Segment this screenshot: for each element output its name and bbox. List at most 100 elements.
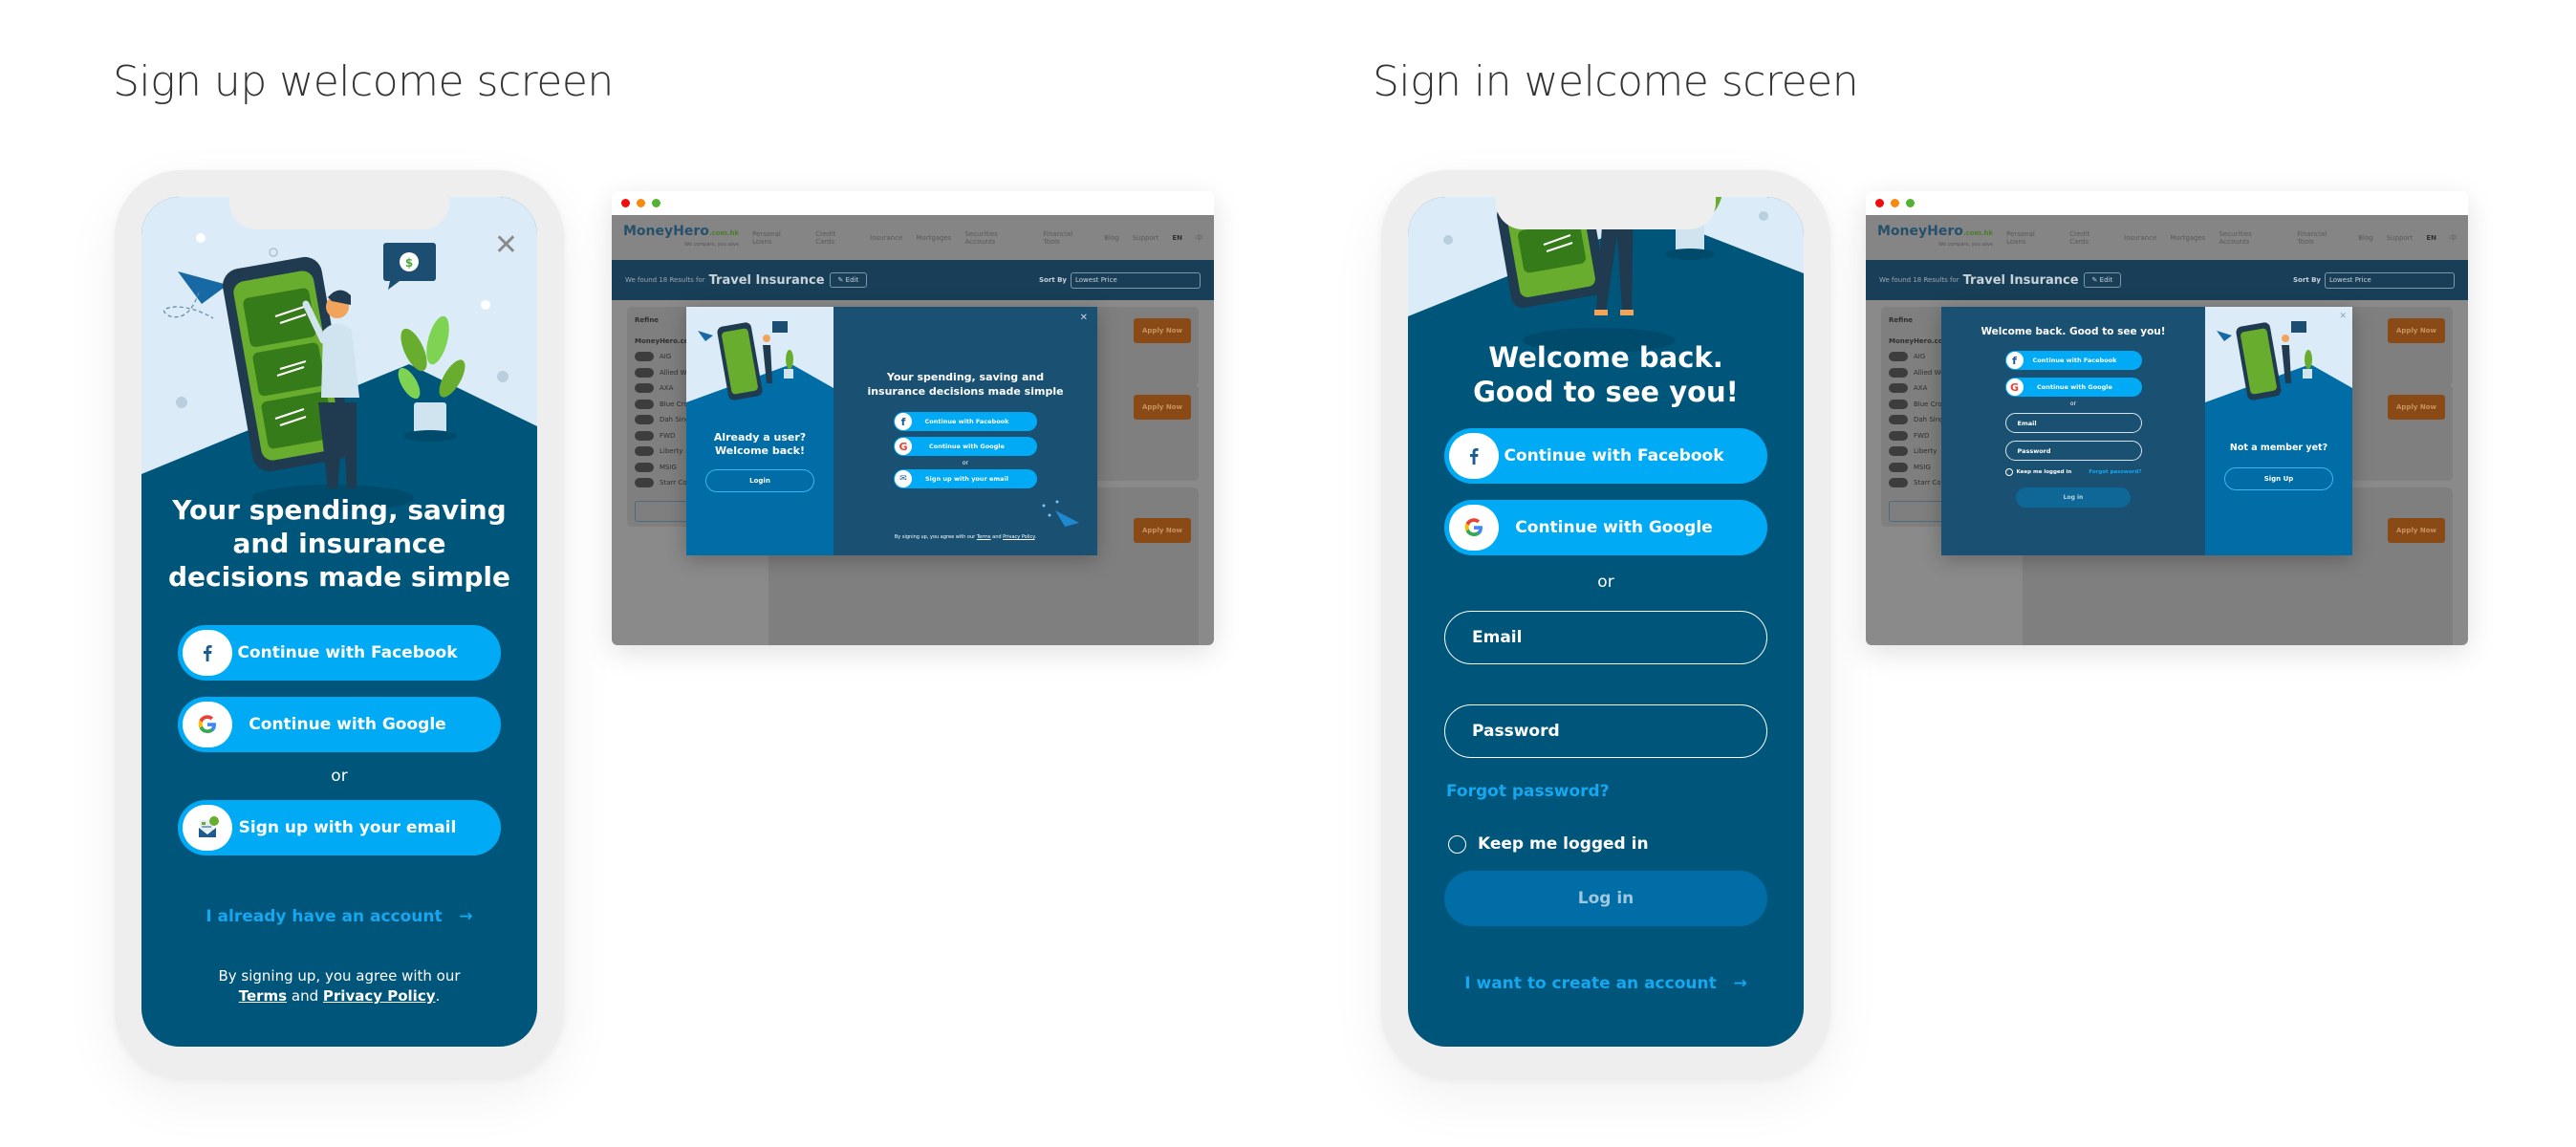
- insurer-toggle[interactable]: [635, 399, 654, 409]
- insurer-toggle[interactable]: [1889, 430, 1908, 441]
- apply-now-button[interactable]: Apply Now: [2388, 395, 2445, 420]
- not-member-heading: Not a member yet?: [2229, 443, 2328, 453]
- nav-financial-tools[interactable]: Financial Tools: [1044, 230, 1092, 246]
- insurer-label: Liberty: [660, 447, 683, 456]
- nav-blog[interactable]: Blog: [2358, 234, 2372, 242]
- nav-support[interactable]: Support: [1133, 234, 1159, 242]
- modal-facebook-button[interactable]: f Continue with Facebook: [2004, 351, 2142, 370]
- insurer-toggle[interactable]: [635, 367, 654, 378]
- signup-modal: Already a user? Welcome back! Login ✕ You…: [686, 307, 1097, 555]
- nav-credit-cards[interactable]: Credit Cards: [2069, 230, 2111, 246]
- results-category: Travel Insurance: [1962, 272, 2079, 288]
- sort-by-select[interactable]: Lowest Price: [1071, 271, 1201, 289]
- continue-google-button[interactable]: Continue with Google: [178, 697, 501, 752]
- signup-email-button[interactable]: Sign up with your email: [178, 800, 501, 855]
- browser-chrome: [1866, 191, 2468, 215]
- insurer-toggle[interactable]: [635, 430, 654, 441]
- lang-en[interactable]: EN: [2426, 234, 2436, 242]
- modal-privacy-link[interactable]: Privacy Policy: [1003, 534, 1034, 540]
- nav-financial-tools[interactable]: Financial Tools: [2298, 230, 2346, 246]
- have-account-link[interactable]: I already have an account →: [141, 907, 537, 926]
- nav-securities[interactable]: Securities Accounts: [964, 230, 1029, 246]
- login-button[interactable]: Log in: [1444, 871, 1767, 926]
- lang-zh[interactable]: 中: [1196, 233, 1202, 243]
- modal-facebook-button[interactable]: f Continue with Facebook: [894, 412, 1037, 431]
- signup-section-title: Sign up welcome screen: [113, 57, 614, 106]
- modal-illustration: [2205, 307, 2352, 420]
- insurer-toggle[interactable]: [1889, 367, 1908, 378]
- insurer-label: FWD: [1914, 431, 1930, 440]
- window-close-dot: [621, 199, 630, 207]
- keep-logged-in-radio[interactable]: [1448, 834, 1466, 854]
- nav-credit-cards[interactable]: Credit Cards: [815, 230, 856, 246]
- nav-securities[interactable]: Securities Accounts: [2219, 230, 2284, 246]
- lang-zh[interactable]: 中: [2450, 233, 2457, 243]
- continue-google-button[interactable]: Continue with Google: [1444, 500, 1767, 555]
- insurer-toggle[interactable]: [635, 383, 654, 394]
- modal-close-icon[interactable]: ✕: [2339, 312, 2347, 321]
- site-top-nav: MoneyHero.com.hk We compare, you save Per…: [612, 215, 1214, 260]
- nav-personal-loans[interactable]: Personal Loans: [752, 230, 802, 246]
- nav-mortgages[interactable]: Mortgages: [2170, 234, 2205, 242]
- insurer-toggle[interactable]: [1889, 446, 1908, 457]
- insurer-toggle[interactable]: [635, 478, 654, 488]
- email-input[interactable]: Email: [1444, 611, 1767, 664]
- signin-headline: Welcome back. Good to see you!: [1473, 341, 1739, 408]
- sort-by-select[interactable]: Lowest Price: [2325, 271, 2455, 289]
- nav-personal-loans[interactable]: Personal Loans: [2006, 230, 2056, 246]
- nav-insurance[interactable]: Insurance: [870, 234, 902, 242]
- nav-insurance[interactable]: Insurance: [2124, 234, 2156, 242]
- moneyhero-logo: MoneyHero.com.hk We compare, you save: [1877, 223, 1994, 248]
- modal-email-input[interactable]: Email: [2004, 413, 2142, 433]
- facebook-icon: f: [2005, 352, 2024, 369]
- insurer-toggle[interactable]: [1889, 478, 1908, 488]
- modal-email-button[interactable]: ✉ Sign up with your email: [894, 469, 1037, 488]
- insurer-toggle[interactable]: [635, 462, 654, 472]
- insurer-toggle[interactable]: [1889, 352, 1908, 362]
- apply-now-button[interactable]: Apply Now: [1134, 395, 1191, 420]
- modal-close-icon[interactable]: ✕: [1080, 313, 1088, 323]
- modal-keep-logged-radio[interactable]: [2004, 468, 2013, 476]
- insurer-toggle[interactable]: [635, 352, 654, 362]
- google-icon: [183, 702, 232, 747]
- lang-en[interactable]: EN: [1172, 234, 1182, 242]
- modal-google-button[interactable]: G Continue with Google: [894, 437, 1037, 456]
- nav-support[interactable]: Support: [2387, 234, 2414, 242]
- privacy-policy-link[interactable]: Privacy Policy: [323, 987, 436, 1005]
- already-user-heading: Already a user? Welcome back!: [713, 431, 807, 457]
- forgot-password-link[interactable]: Forgot password?: [1446, 782, 1804, 801]
- insurer-toggle[interactable]: [1889, 415, 1908, 425]
- apply-now-button[interactable]: Apply Now: [2388, 518, 2445, 543]
- apply-now-button[interactable]: Apply Now: [1134, 318, 1191, 343]
- modal-google-button[interactable]: G Continue with Google: [2004, 378, 2142, 397]
- insurer-toggle[interactable]: [1889, 462, 1908, 472]
- google-icon: G: [2005, 379, 2024, 396]
- site-background: MoneyHero.com.hk We compare, you save Per…: [612, 215, 1214, 645]
- modal-password-input[interactable]: Password: [2004, 441, 2142, 461]
- edit-button[interactable]: ✎ Edit: [2083, 272, 2122, 288]
- modal-forgot-password-link[interactable]: Forgot password?: [2089, 469, 2141, 475]
- modal-illustration: [686, 307, 833, 420]
- insurer-toggle[interactable]: [1889, 383, 1908, 394]
- close-icon[interactable]: ✕: [494, 231, 518, 260]
- password-input[interactable]: Password: [1444, 704, 1767, 758]
- apply-now-button[interactable]: Apply Now: [2388, 318, 2445, 343]
- edit-button[interactable]: ✎ Edit: [829, 272, 868, 288]
- modal-signup-button[interactable]: Sign Up: [2224, 467, 2333, 490]
- modal-login-button[interactable]: Login: [705, 469, 814, 492]
- continue-facebook-button[interactable]: Continue with Facebook: [178, 625, 501, 681]
- insurer-toggle[interactable]: [635, 415, 654, 425]
- insurer-toggle[interactable]: [635, 446, 654, 457]
- signin-modal-side: ✕ Not a member yet? Sign Up: [2205, 307, 2352, 555]
- create-account-link[interactable]: I want to create an account →: [1408, 974, 1804, 993]
- insurer-toggle[interactable]: [1889, 399, 1908, 409]
- results-bar: We found 18 Results for Travel Insurance…: [612, 260, 1214, 300]
- modal-login-button[interactable]: Log in: [2016, 487, 2131, 508]
- modal-terms-link[interactable]: Terms: [977, 534, 991, 540]
- or-divider: or: [331, 767, 348, 786]
- nav-mortgages[interactable]: Mortgages: [916, 234, 951, 242]
- terms-link[interactable]: Terms: [239, 987, 287, 1005]
- nav-blog[interactable]: Blog: [1104, 234, 1118, 242]
- continue-facebook-button[interactable]: Continue with Facebook: [1444, 428, 1767, 484]
- apply-now-button[interactable]: Apply Now: [1134, 518, 1191, 543]
